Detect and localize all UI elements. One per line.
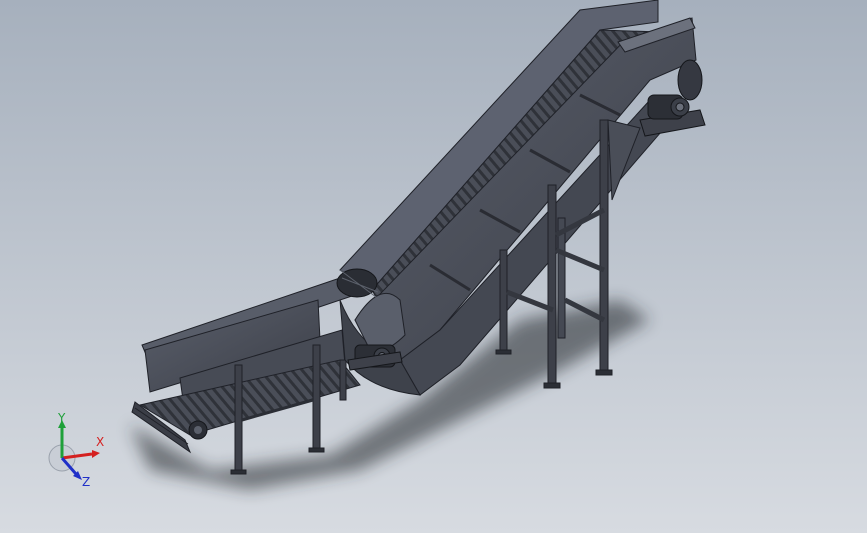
lower-conveyor-section: [131, 277, 361, 454]
axis-triad[interactable]: X Y Z: [40, 412, 120, 492]
x-axis-arrowhead: [92, 450, 100, 458]
3d-viewport[interactable]: X Y Z: [0, 0, 867, 533]
conveyor-model[interactable]: [0, 0, 867, 533]
z-axis-label: Z: [82, 475, 90, 489]
y-axis-label: Y: [57, 412, 66, 425]
x-axis-label: X: [96, 435, 104, 449]
